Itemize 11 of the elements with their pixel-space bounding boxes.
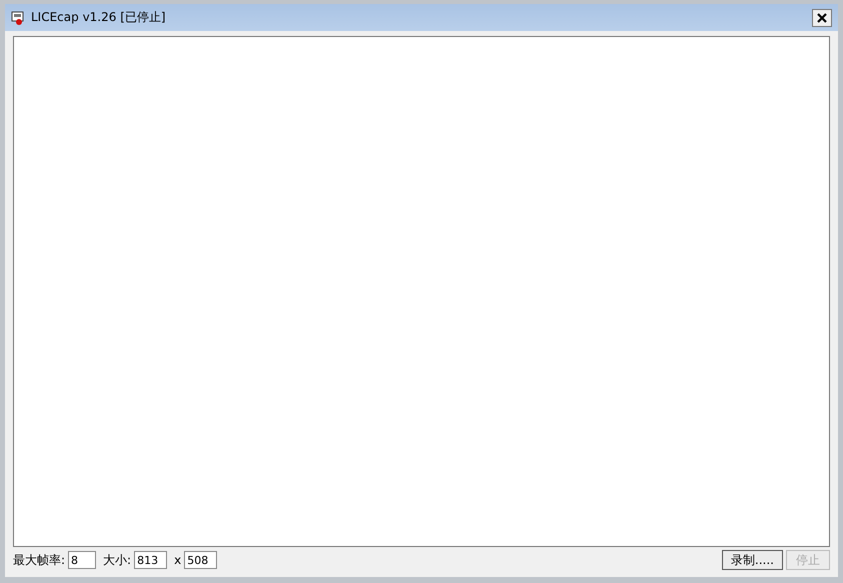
times-sign: x [174,553,182,567]
close-icon [817,12,827,22]
window-title: LICEcap v1.26 [已停止] [31,9,167,26]
max-fps-label: 最大帧率: [13,552,66,568]
size-label: 大小: [103,552,132,568]
app-icon [11,10,25,24]
width-field[interactable]: 813 [134,551,168,569]
max-fps-field[interactable]: 8 [68,551,96,569]
height-field[interactable]: 508 [184,551,218,569]
record-button[interactable]: 录制..... [722,550,783,570]
close-button[interactable] [812,8,832,26]
